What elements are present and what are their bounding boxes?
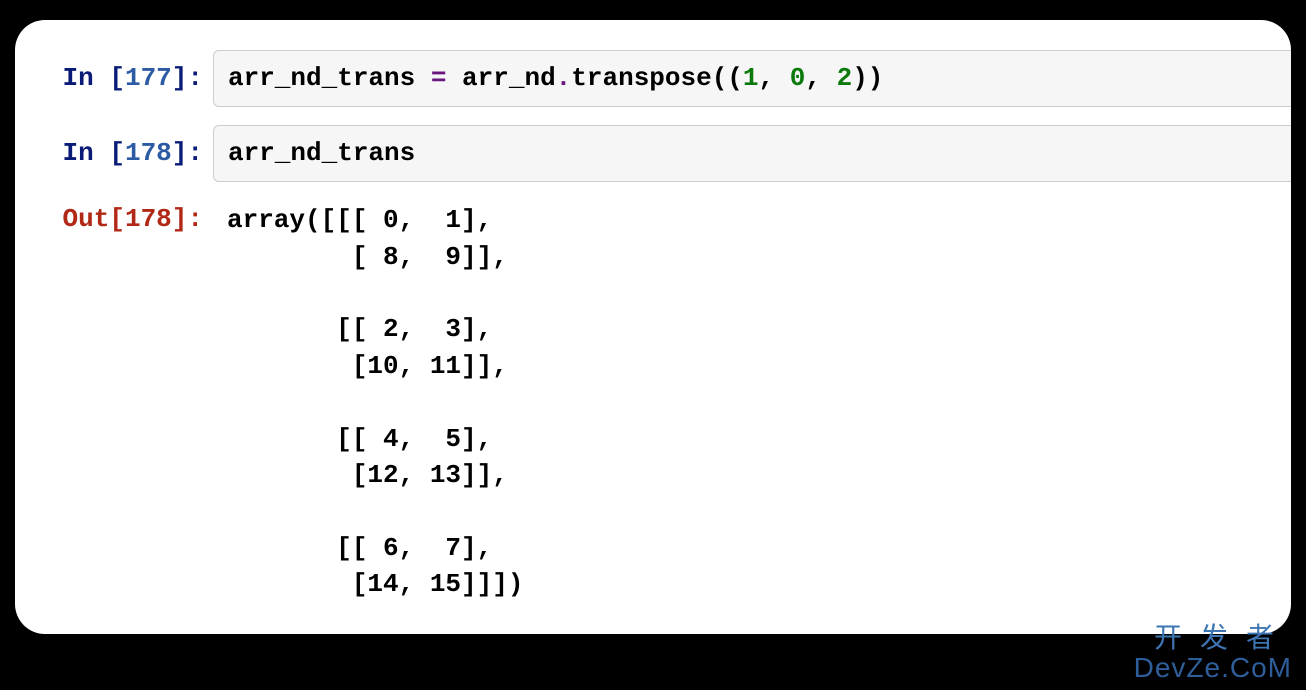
prompt-out-word: Out — [63, 204, 110, 234]
code-input-area[interactable]: arr_nd_trans — [213, 125, 1291, 182]
input-prompt: In [177]: — [15, 50, 213, 96]
prompt-exec-count: 178 — [125, 138, 172, 168]
notebook-container: In [177]: arr_nd_trans = arr_nd.transpos… — [15, 20, 1291, 634]
code-cell: In [178]: arr_nd_trans — [15, 125, 1291, 182]
prompt-in-word: In — [63, 138, 110, 168]
output-cell: Out[178]: array([[[ 0, 1], [ 8, 9]], [[ … — [15, 200, 1291, 604]
code-cell: In [177]: arr_nd_trans = arr_nd.transpos… — [15, 50, 1291, 107]
code-input-area[interactable]: arr_nd_trans = arr_nd.transpose((1, 0, 2… — [213, 50, 1291, 107]
prompt-exec-count: 178 — [125, 204, 172, 234]
output-prompt: Out[178]: — [15, 200, 213, 237]
prompt-exec-count: 177 — [125, 63, 172, 93]
input-prompt: In [178]: — [15, 125, 213, 171]
prompt-in-word: In — [63, 63, 110, 93]
output-text: array([[[ 0, 1], [ 8, 9]], [[ 2, 3], [10… — [213, 200, 1291, 604]
watermark-line2: DevZe.CoM — [1134, 653, 1292, 682]
